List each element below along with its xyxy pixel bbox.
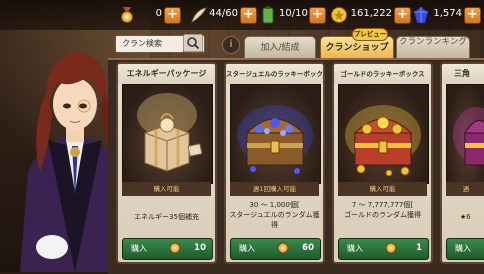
item-image bbox=[122, 84, 213, 184]
item-price: 60 bbox=[302, 243, 314, 253]
item-description-line: 30 ～ 1,000個[ bbox=[249, 201, 300, 209]
item-price: 10 bbox=[194, 243, 206, 253]
clan-medal-icon bbox=[277, 242, 289, 254]
buy-button[interactable]: 購入 60 bbox=[230, 238, 321, 260]
battery-resource: 10/10 + bbox=[259, 6, 326, 24]
add-battery-button[interactable]: + bbox=[309, 7, 326, 24]
feather-resource: 44/60 + bbox=[190, 6, 257, 24]
feather-count: 44/60 bbox=[209, 8, 238, 19]
buy-label: 購入 bbox=[347, 244, 363, 253]
gold-chest-icon bbox=[345, 105, 421, 177]
item-status: 購入可能 bbox=[122, 182, 211, 196]
buy-button[interactable]: 購入 bbox=[446, 238, 484, 260]
item-title: スタージュエルのラッキーボックス bbox=[226, 64, 323, 84]
clan-medal-icon bbox=[385, 242, 397, 254]
buy-label: 購入 bbox=[131, 244, 147, 253]
medal-count: 0 bbox=[155, 8, 162, 19]
item-title: エネルギーパッケージ bbox=[118, 64, 215, 84]
buy-button[interactable]: 購入 1 bbox=[338, 238, 429, 260]
item-title: ゴールドのラッキーボックス bbox=[334, 64, 431, 84]
add-medal-button[interactable]: + bbox=[164, 7, 181, 24]
item-description: エネルギー35個補充 bbox=[134, 213, 199, 221]
tab-join-create[interactable]: 加入/結成 bbox=[244, 36, 316, 60]
item-description: 7 ～ 7,777,777個[ ゴールドのランダム獲得 bbox=[336, 200, 429, 220]
clan-medal-icon bbox=[169, 242, 181, 254]
item-description-line: ゴールドのランダム獲得 bbox=[344, 211, 421, 219]
buy-button[interactable]: 購入 10 bbox=[122, 238, 213, 260]
jewel-chest-icon bbox=[237, 105, 313, 174]
gem-count: 1,574 bbox=[433, 8, 462, 19]
tab-clan-ranking[interactable]: クランランキング bbox=[396, 36, 470, 60]
item-description: ★6 bbox=[460, 213, 471, 221]
energy-battery-icon bbox=[262, 6, 274, 24]
add-gem-button[interactable]: + bbox=[464, 7, 481, 24]
buy-label: 購入 bbox=[455, 244, 471, 253]
item-status: 購入可能 bbox=[338, 182, 427, 196]
medal-resource: 0 + bbox=[118, 6, 181, 24]
shop-item-partial[interactable]: 三角 週 ★6 購入 bbox=[440, 62, 484, 264]
item-description-line: 7 ～ 7,777,777個[ bbox=[351, 201, 414, 209]
feather-icon bbox=[191, 7, 207, 23]
gold-coin-icon bbox=[331, 7, 347, 23]
battery-count: 10/10 bbox=[279, 8, 308, 19]
gem-resource: 1,574 + bbox=[412, 6, 482, 24]
item-image bbox=[338, 84, 429, 184]
clan-search-placeholder: クラン検索 bbox=[122, 39, 162, 48]
item-status: 週1回購入可能 bbox=[230, 182, 319, 196]
item-price: 1 bbox=[416, 243, 422, 253]
add-feather-button[interactable]: + bbox=[240, 7, 257, 24]
blue-gem-icon bbox=[413, 6, 429, 24]
item-status: 週 bbox=[446, 182, 484, 196]
add-gold-button[interactable]: + bbox=[394, 7, 411, 24]
gold-count: 161,222 bbox=[350, 8, 392, 19]
item-title: 三角 bbox=[442, 64, 484, 84]
preview-badge: プレビュー bbox=[352, 28, 388, 41]
item-image bbox=[446, 84, 484, 184]
item-description-line: スタージュエルのランダム獲得 bbox=[229, 211, 320, 229]
shop-item-star-jewel-box[interactable]: スタージュエルのラッキーボックス 週1回購入可能 30 ～ 1,000個[ スタ… bbox=[224, 62, 325, 264]
chest-icon bbox=[453, 107, 484, 166]
medal-icon bbox=[121, 7, 133, 23]
shop-item-energy-package[interactable]: エネルギーパッケージ 購入可能 エネルギー35個補充 購入 10 bbox=[116, 62, 217, 264]
gold-resource: 161,222 + bbox=[330, 6, 411, 24]
gift-box-icon bbox=[137, 93, 203, 172]
resource-bar: 0 + 44/60 + 10/10 + 161,222 + 1,574 + bbox=[0, 0, 484, 30]
item-image bbox=[230, 84, 321, 184]
search-icon[interactable] bbox=[183, 34, 203, 52]
buy-label: 購入 bbox=[239, 244, 255, 253]
info-button[interactable]: i bbox=[222, 36, 240, 54]
shop-item-gold-box[interactable]: ゴールドのラッキーボックス 購入可能 7 ～ 7,777,777個[ ゴールドの… bbox=[332, 62, 433, 264]
item-description: 30 ～ 1,000個[ スタージュエルのランダム獲得 bbox=[228, 200, 321, 230]
